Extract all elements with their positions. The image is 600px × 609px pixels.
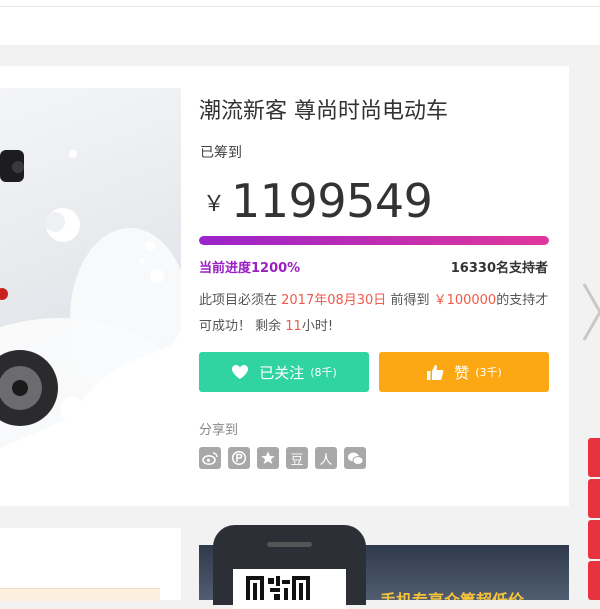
progress-bar-fill [199,236,549,245]
heart-icon [232,365,249,379]
renren-icon[interactable]: 人 [315,447,337,469]
share-icons: 豆 人 [199,447,373,469]
product-image[interactable] [0,88,181,485]
progress-bar [199,236,549,245]
project-description: 此项目必须在 2017年08月30日 前得到 ￥100000的支持才可成功！ 剩… [199,288,554,340]
raised-label: 已筹到 [200,145,242,161]
nav-band [0,7,600,45]
deadline-date: 2017年08月30日 [281,293,387,308]
pengyou-icon[interactable] [228,447,250,469]
side-tab[interactable] [588,561,600,600]
side-float-tabs [588,438,600,602]
qr-code [246,576,310,600]
like-count: (3千) [475,366,502,379]
project-title: 潮流新客 尊尚时尚电动车 [199,99,448,124]
banner-text: 手机专享众筹超低价 [380,587,524,600]
follow-button[interactable]: 已关注 (8千) [199,352,369,392]
follow-label: 已关注 [259,363,305,382]
follow-count: (8千) [310,366,337,379]
lower-left-strip [0,588,160,601]
next-arrow-icon[interactable] [580,282,600,342]
thumbs-up-icon [427,364,444,380]
currency-symbol: ￥ [203,192,226,217]
progress-text: 当前进度1200% [199,261,301,276]
project-card: 潮流新客 尊尚时尚电动车 已筹到 ￥ 1199549 当前进度1200% 1633… [0,66,569,506]
side-tab[interactable] [588,438,600,477]
raised-amount: ￥ 1199549 [203,174,433,228]
top-bar [0,0,600,7]
raised-amount-value: 1199549 [231,174,433,228]
target-amount: ￥100000 [433,293,497,308]
supporters-count: 16330名支持者 [450,261,548,276]
side-tab[interactable] [588,479,600,518]
share-label: 分享到 [199,423,239,438]
phone-speaker [267,542,312,547]
lower-left-panel [0,528,181,601]
product-illustration [0,150,181,485]
like-button[interactable]: 赞 (3千) [379,352,549,392]
desc-text-2: 前得到 [386,293,434,308]
side-tab[interactable] [588,520,600,559]
like-label: 赞 [454,363,470,382]
douban-icon[interactable]: 豆 [286,447,308,469]
qzone-icon[interactable] [257,447,279,469]
desc-text-4: 小时! [301,319,334,334]
wechat-icon[interactable] [344,447,366,469]
desc-text-1: 此项目必须在 [199,293,282,308]
remaining-hours: 11 [285,319,302,334]
weibo-icon[interactable] [199,447,221,469]
